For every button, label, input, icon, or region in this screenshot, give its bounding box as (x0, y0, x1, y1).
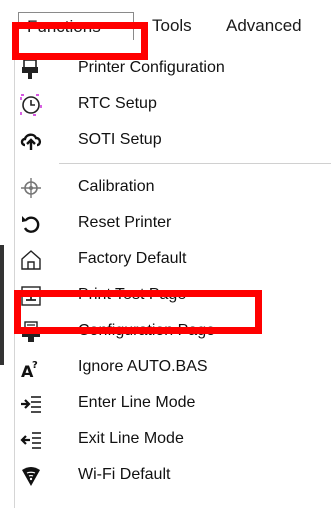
menu-item-calibration[interactable]: Calibration (15, 169, 331, 205)
menu-item-label: RTC Setup (78, 95, 157, 112)
menu-item-enter-line-mode[interactable]: Enter Line Mode (15, 385, 331, 421)
menu-item-rtc-setup[interactable]: RTC Setup (15, 86, 331, 122)
window-edge (0, 245, 4, 365)
crosshair-icon (19, 176, 43, 200)
menu-item-label: Calibration (78, 178, 155, 195)
menu-item-exit-line-mode[interactable]: Exit Line Mode (15, 421, 331, 457)
menu-item-label: Enter Line Mode (78, 394, 196, 411)
menu-item-label: Ignore AUTO.BAS (78, 358, 208, 375)
functions-dropdown: Printer Configuration RTC Setup SOTI Set… (14, 42, 331, 508)
enter-line-mode-icon (19, 392, 43, 416)
exit-line-mode-icon (19, 428, 43, 452)
svg-text:?: ? (32, 360, 38, 371)
menu-item-label: Wi-Fi Default (78, 466, 171, 483)
cloud-upload-icon (19, 129, 43, 153)
reset-icon (19, 212, 43, 236)
menu-item-label: Reset Printer (78, 214, 172, 231)
menu-item-factory-default[interactable]: Factory Default (15, 241, 331, 277)
menu-advanced[interactable]: Advanced (226, 12, 302, 40)
ignore-autobas-icon: A? (19, 356, 43, 380)
clock-icon (19, 93, 43, 117)
menu-item-soti-setup[interactable]: SOTI Setup (15, 122, 331, 158)
home-icon (19, 248, 43, 272)
menu-item-label: Exit Line Mode (78, 430, 184, 447)
menu-item-ignore-autobas[interactable]: A? Ignore AUTO.BAS (15, 349, 331, 385)
highlight-box-print-test-page (14, 290, 262, 334)
menu-item-reset-printer[interactable]: Reset Printer (15, 205, 331, 241)
menu-tools[interactable]: Tools (152, 12, 192, 40)
menu-item-label: SOTI Setup (78, 131, 162, 148)
menu-item-label: Printer Configuration (78, 59, 225, 76)
wifi-shield-icon (19, 464, 43, 488)
menu-item-wifi-default[interactable]: Wi-Fi Default (15, 457, 331, 493)
printer-config-icon (19, 57, 43, 81)
menu-separator (59, 163, 331, 164)
menu-item-label: Factory Default (78, 250, 187, 267)
highlight-box-functions (12, 22, 148, 60)
